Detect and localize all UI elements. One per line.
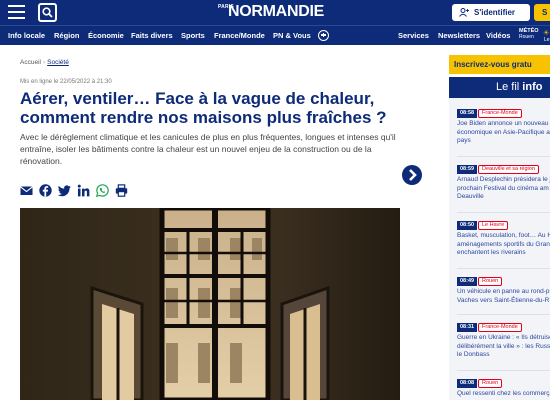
fil-info-tag: Le Havre — [478, 221, 509, 230]
nav-item-pn-vous[interactable]: PN & Vous — [273, 26, 311, 46]
divider — [457, 212, 550, 213]
signin-label: S'identifier — [474, 8, 516, 17]
site-logo[interactable]: PARIS NORMANDIE — [218, 2, 338, 22]
fil-info-time: 08:31 — [457, 323, 478, 332]
main-navigation: Info locale Région Économie Faits divers… — [0, 25, 550, 45]
more-sections-icon[interactable] — [318, 30, 329, 41]
article-lead: Avec le dérèglement climatique et les ca… — [20, 132, 396, 166]
twitter-share-icon[interactable] — [58, 184, 71, 197]
divider — [457, 156, 550, 157]
menu-icon[interactable] — [8, 5, 25, 20]
subscribe-button[interactable]: S — [534, 4, 550, 21]
fil-info-text: Quel ressenti chez les commerça — [457, 390, 550, 397]
nav-item-sports[interactable]: Sports — [181, 26, 205, 46]
weather-extra: Le — [544, 37, 550, 43]
nav-item-newsletters[interactable]: Newsletters — [438, 26, 480, 46]
article-title: Aérer, ventiler… Face à la vague de chal… — [20, 89, 387, 127]
fil-info-tag: Rouen — [478, 379, 503, 388]
sun-icon: ☀ — [543, 30, 550, 37]
fil-info-time: 08:49 — [457, 277, 478, 286]
signin-button[interactable]: S'identifier — [452, 4, 530, 21]
subscribe-label: S — [542, 8, 548, 17]
fil-info-text: Un véhicule en panne au rond-p Vaches ver… — [457, 288, 550, 304]
nav-item-faits-divers[interactable]: Faits divers — [131, 26, 173, 46]
fil-info-time: 08:59 — [457, 165, 478, 174]
email-share-icon[interactable] — [20, 184, 33, 197]
fil-info-header: Le fil info — [449, 77, 550, 98]
fil-info-tag: France-Monde — [478, 323, 522, 332]
fil-info-tag: Deauville et sa région — [478, 165, 539, 174]
nav-item-videos[interactable]: Vidéos — [486, 26, 510, 46]
weather-widget[interactable]: MÉTÉO Rouen — [519, 28, 539, 40]
logo-main: NORMANDIE — [228, 3, 324, 20]
nav-item-info-locale[interactable]: Info locale — [8, 26, 45, 46]
breadcrumb-section[interactable]: Société — [47, 59, 69, 66]
linkedin-share-icon[interactable] — [77, 184, 90, 197]
publication-date: Mis en ligne le 22/05/2022 à 21:30 — [20, 79, 112, 85]
fil-info-text: Arnaud Desplechin présidera le j prochain… — [457, 176, 550, 200]
divider — [457, 370, 550, 371]
next-article-button[interactable] — [402, 165, 422, 185]
fil-info-time: 08:58 — [457, 109, 478, 118]
fil-info-list: 08:58 France-Monde Joe Biden annonce un … — [449, 98, 550, 400]
divider — [457, 314, 550, 315]
fil-info-time: 08:50 — [457, 221, 478, 230]
chevron-right-icon — [409, 169, 417, 181]
print-icon[interactable] — [115, 184, 128, 197]
weather-city: Rouen — [519, 34, 534, 40]
newsletter-promo[interactable]: Inscrivez-vous gratu — [449, 55, 550, 74]
nav-item-france-monde[interactable]: France/Monde — [214, 26, 265, 46]
nav-item-region[interactable]: Région — [54, 26, 79, 46]
fil-info-bold: info — [522, 81, 543, 93]
whatsapp-share-icon[interactable] — [96, 184, 109, 197]
fil-info-text: Joe Biden annonce un nouveau p économique… — [457, 120, 550, 144]
search-button[interactable] — [38, 3, 57, 22]
top-bar: PARIS NORMANDIE S'identifier S — [0, 0, 550, 25]
fil-info-text: Basket, musculation, foot… Au Haménageme… — [457, 232, 550, 256]
nav-item-economie[interactable]: Économie — [88, 26, 124, 46]
fil-info-prefix: Le fil — [496, 81, 523, 93]
fil-info-text: Guerre en Ukraine : « Ils détruise délibé… — [457, 334, 550, 358]
nav-item-services[interactable]: Services — [398, 26, 429, 46]
divider — [457, 268, 550, 269]
fil-info-tag: Rouen — [478, 277, 503, 286]
breadcrumb: Accueil › Société — [20, 59, 69, 66]
user-add-icon — [459, 8, 469, 17]
breadcrumb-home[interactable]: Accueil — [20, 59, 41, 66]
fil-info-tag: France-Monde — [478, 109, 522, 118]
search-icon — [42, 7, 53, 18]
facebook-share-icon[interactable] — [39, 184, 52, 197]
fil-info-time: 08:08 — [457, 379, 478, 388]
article-photo — [20, 208, 400, 400]
